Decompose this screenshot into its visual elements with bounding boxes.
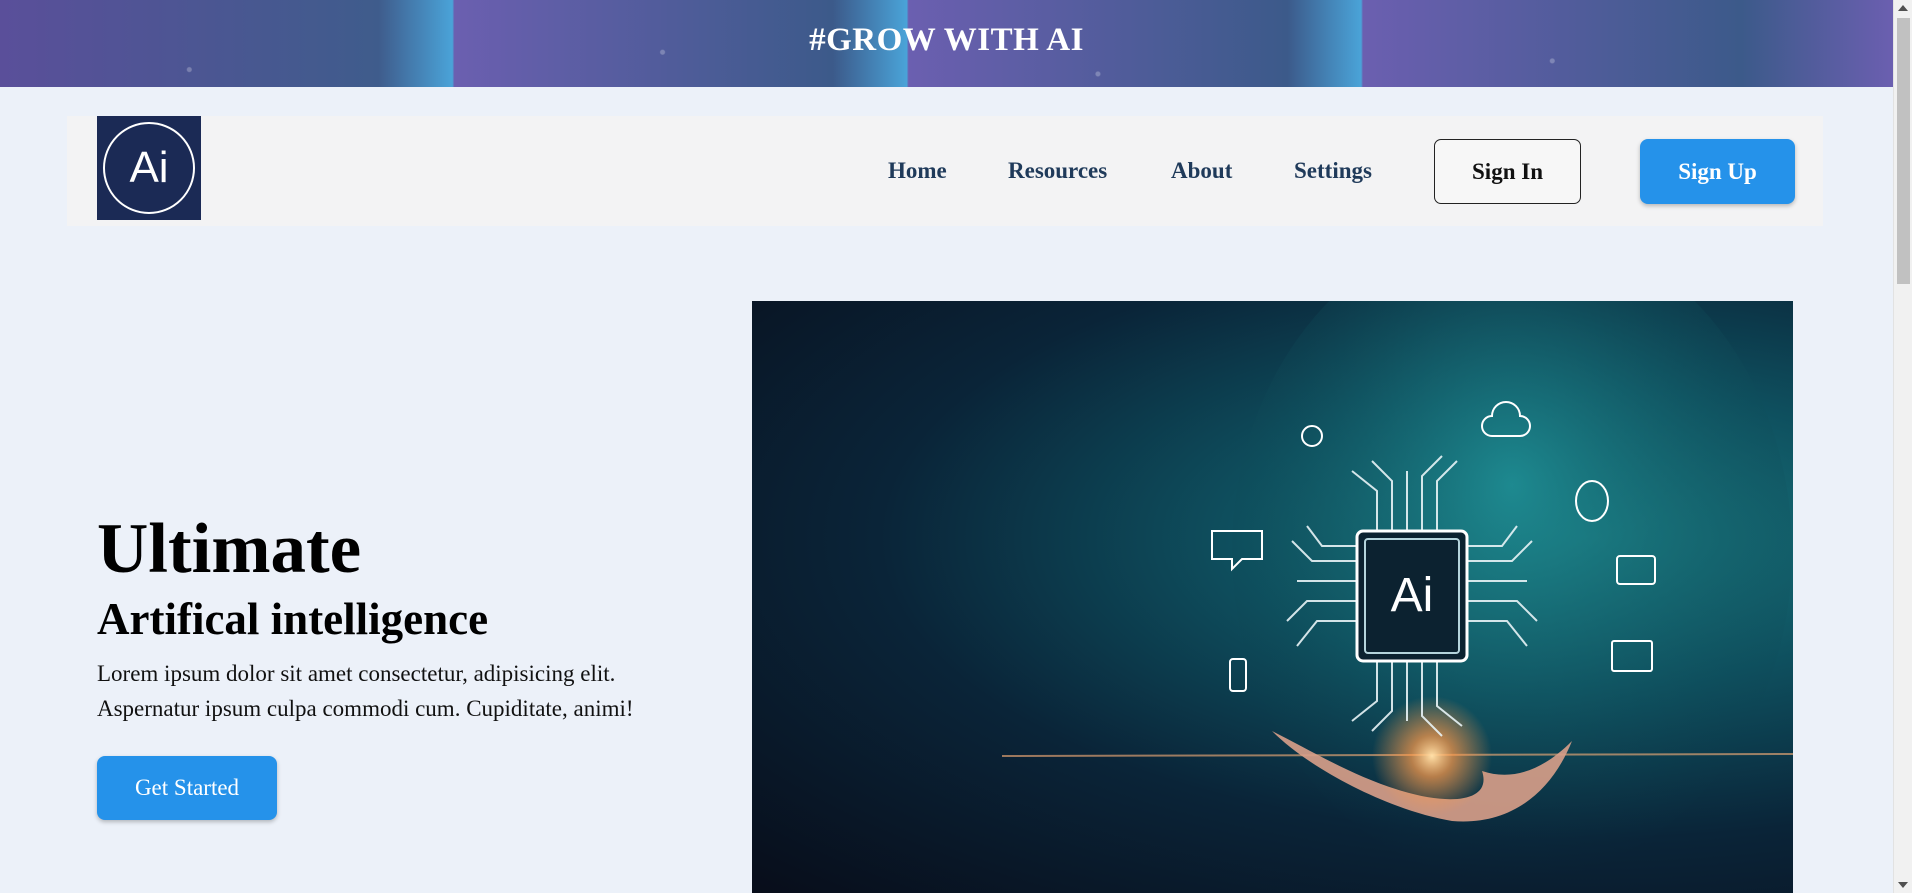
site-logo[interactable]: Ai bbox=[97, 116, 201, 220]
phone-icon bbox=[1229, 658, 1247, 692]
nav-link-about[interactable]: About bbox=[1171, 158, 1232, 184]
hero-subtitle: Artifical intelligence bbox=[97, 594, 489, 644]
hero-description-line-1: Lorem ipsum dolor sit amet consectetur, … bbox=[97, 661, 616, 686]
nav-link-home[interactable]: Home bbox=[888, 158, 947, 184]
scroll-down-icon[interactable] bbox=[1898, 882, 1908, 888]
sign-up-button[interactable]: Sign Up bbox=[1640, 139, 1795, 204]
vertical-scrollbar[interactable] bbox=[1893, 0, 1912, 893]
sign-in-button[interactable]: Sign In bbox=[1434, 139, 1581, 204]
get-started-button[interactable]: Get Started bbox=[97, 756, 277, 820]
ai-chip-illustration: Ai bbox=[1001, 301, 1793, 881]
scroll-up-icon[interactable] bbox=[1898, 5, 1908, 11]
hero-description-line-2: Aspernatur ipsum culpa commodi cum. Cupi… bbox=[97, 696, 634, 721]
hero-description: Lorem ipsum dolor sit amet consectetur, … bbox=[97, 656, 697, 726]
nav-link-resources[interactable]: Resources bbox=[1008, 158, 1107, 184]
banner-title: #GROW WITH AI bbox=[809, 22, 1084, 58]
logo-ring: Ai bbox=[103, 122, 195, 214]
hero-image: Ai bbox=[752, 301, 1793, 893]
logo-text: Ai bbox=[129, 143, 169, 192]
navbar: Ai Home Resources About Settings Sign In… bbox=[67, 116, 1823, 226]
nav-link-settings[interactable]: Settings bbox=[1294, 158, 1372, 184]
top-banner: #GROW WITH AI bbox=[0, 0, 1893, 87]
ai-chip-label: Ai bbox=[1391, 569, 1434, 622]
hero-title: Ultimate bbox=[97, 510, 362, 588]
scroll-thumb[interactable] bbox=[1897, 18, 1910, 284]
